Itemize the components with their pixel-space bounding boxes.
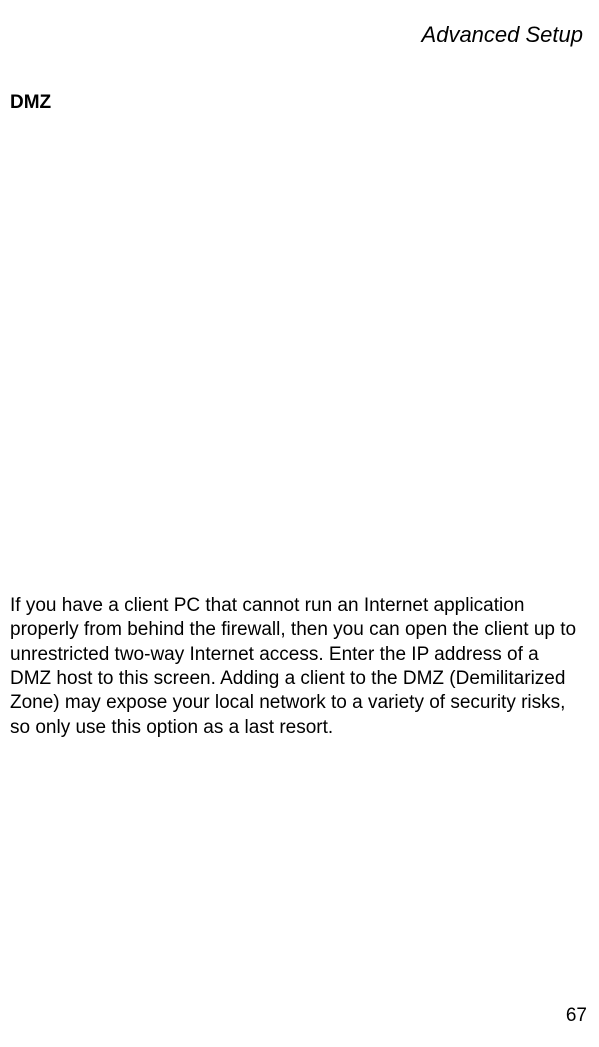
page-header: Advanced Setup — [10, 22, 587, 48]
section-heading-dmz: DMZ — [10, 92, 587, 114]
page-number: 67 — [566, 1005, 587, 1027]
body-paragraph: If you have a client PC that cannot run … — [10, 594, 587, 740]
